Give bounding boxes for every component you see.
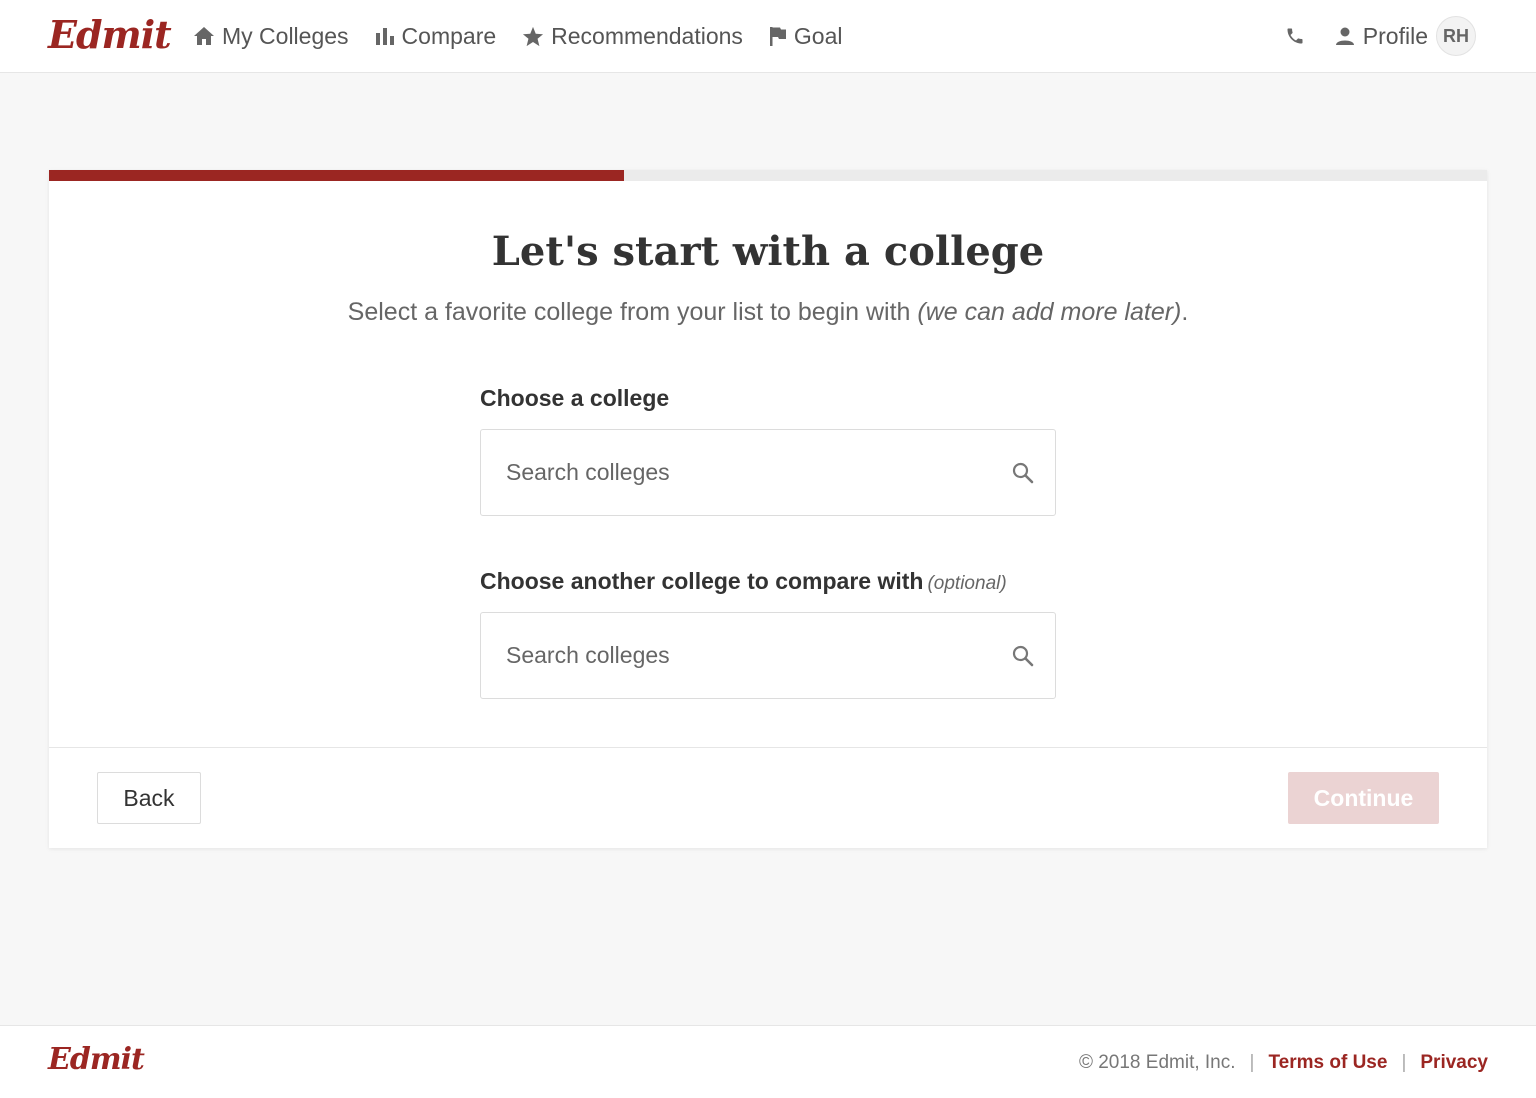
nav-label: Compare [401,22,497,49]
footer-links: © 2018 Edmit, Inc. | Terms of Use | Priv… [1079,1026,1488,1098]
user-icon [1335,27,1354,45]
subtitle-end: . [1181,298,1189,326]
separator: | [1249,1051,1255,1073]
top-navbar: Edmit My Colleges Compare Recommendation… [0,0,1536,73]
college-search-box[interactable] [480,429,1056,516]
back-button[interactable]: Back [97,772,201,824]
main-nav: My Colleges Compare Recommendations Goal [193,0,869,72]
search-icon[interactable] [1011,461,1035,485]
nav-label: My Colleges [222,22,349,49]
privacy-link[interactable]: Privacy [1420,1052,1488,1074]
subtitle-italic: (we can add more later) [917,298,1182,326]
page-footer: Edmit © 2018 Edmit, Inc. | Terms of Use … [0,1025,1536,1098]
nav-compare[interactable]: Compare [375,22,497,50]
compare-search-box[interactable] [480,612,1056,699]
star-icon [523,26,544,46]
college-search-input[interactable] [506,459,1011,486]
profile-label: Profile [1362,22,1428,49]
phone-icon [1287,28,1303,44]
page-title: Let's start with a college [491,228,1045,275]
phone-button[interactable] [1285,26,1305,46]
nav-recommendations[interactable]: Recommendations [522,23,743,50]
nav-label: Recommendations [551,22,743,49]
progress-bar [49,170,1487,181]
search-icon[interactable] [1011,644,1035,668]
compare-college-label: Choose another college to compare with (o… [480,568,1007,595]
subtitle-text: Select a favorite college from your list… [347,298,918,326]
home-icon [194,27,214,45]
account-nav: Profile RH [1285,0,1476,72]
flag-icon [769,27,786,46]
separator: | [1401,1051,1407,1073]
nav-goal[interactable]: Goal [769,23,843,50]
compare-search-input[interactable] [506,642,1011,669]
choose-college-label: Choose a college [480,385,670,411]
avatar[interactable]: RH [1436,16,1476,56]
page-subtitle: Select a favorite college from your list… [49,298,1487,327]
continue-button[interactable]: Continue [1288,772,1439,824]
terms-link[interactable]: Terms of Use [1268,1052,1387,1074]
nav-label: Goal [793,22,843,49]
compare-label-text: Choose another college to compare with [480,568,924,594]
nav-my-colleges[interactable]: My Colleges [193,23,349,50]
copyright-text: © 2018 Edmit, Inc. [1078,1051,1236,1073]
divider [49,747,1487,748]
edmit-logo[interactable]: Edmit [48,12,172,57]
onboarding-card: Let's start with a college Select a favo… [49,170,1487,848]
edmit-logo-footer[interactable]: Edmit [48,1042,145,1077]
progress-bar-fill [49,170,625,181]
bar-chart-icon [375,28,394,45]
profile-menu[interactable]: Profile RH [1335,16,1476,56]
optional-tag: (optional) [927,573,1007,594]
